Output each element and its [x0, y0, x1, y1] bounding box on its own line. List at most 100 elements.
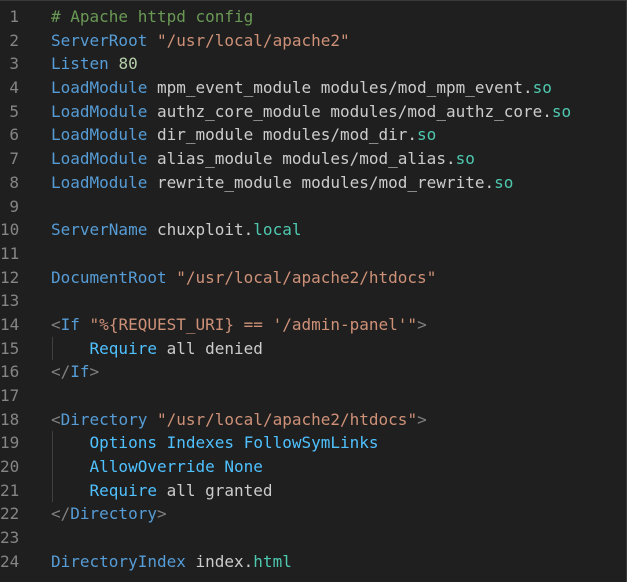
line-content: LoadModule dir_module modules/mod_dir.so: [51, 123, 436, 147]
code-line[interactable]: 17: [0, 384, 626, 408]
code-token: Require: [89, 338, 157, 358]
code-token: all granted: [156, 480, 273, 500]
line-number: 21: [0, 480, 20, 500]
code-line[interactable]: 22 </Directory>: [0, 502, 626, 526]
line-number: 24: [0, 551, 20, 571]
code-line[interactable]: 24 DirectoryIndex index.html: [0, 550, 626, 574]
line-number: 9: [9, 196, 19, 216]
code-token: Listen: [51, 54, 109, 74]
code-token: index.: [185, 551, 254, 571]
line-number: 20: [0, 457, 20, 477]
code-line[interactable]: 21 Require all granted: [0, 478, 626, 503]
line-number: 19: [0, 433, 20, 453]
code-token: AllowOverride: [89, 457, 215, 477]
code-line[interactable]: 7 LoadModule alias_module modules/mod_ali…: [0, 147, 626, 171]
code-token: so: [417, 125, 437, 145]
line-number: 12: [0, 267, 20, 287]
code-line[interactable]: 2 ServerRoot "/usr/local/apache2": [0, 29, 626, 53]
code-line[interactable]: 3 Listen 80: [0, 52, 626, 76]
code-token: LoadModule: [51, 172, 148, 192]
code-line[interactable]: 18 <Directory "/usr/local/apache2/htdocs"…: [0, 408, 626, 432]
code-line[interactable]: 13: [0, 289, 626, 313]
line-number: 6: [9, 125, 19, 145]
code-token: local: [253, 220, 302, 240]
code-line[interactable]: 6 LoadModule dir_module modules/mod_dir.s…: [0, 123, 626, 147]
code-line[interactable]: 4 LoadModule mpm_event_module modules/mod…: [0, 76, 626, 100]
code-line[interactable]: 19 Options Indexes FollowSymLinks: [0, 431, 626, 456]
line-number: 7: [9, 149, 19, 169]
code-line[interactable]: 11: [0, 242, 626, 266]
line-number: 16: [0, 362, 20, 382]
code-line[interactable]: 23: [0, 526, 626, 550]
line-number: 10: [0, 220, 20, 240]
line-content: ServerName chuxploit.local: [51, 218, 301, 242]
line-content: <Directory "/usr/local/apache2/htdocs">: [51, 408, 427, 432]
code-token: >: [156, 504, 167, 524]
code-token: html: [253, 551, 292, 571]
code-token: <: [51, 409, 61, 429]
code-token: # Apache httpd config: [51, 7, 254, 26]
code-token: "/usr/local/apache2/htdocs": [176, 267, 437, 287]
line-content: Options Indexes FollowSymLinks: [51, 431, 379, 455]
code-token: ServerRoot: [51, 30, 148, 50]
line-number: 3: [9, 54, 19, 74]
code-token: Options: [89, 433, 157, 453]
line-content: LoadModule mpm_event_module modules/mod_…: [51, 76, 552, 100]
code-line[interactable]: 10 ServerName chuxploit.local: [0, 218, 626, 242]
code-line[interactable]: 1 # Apache httpd config: [0, 5, 626, 29]
line-number: 5: [9, 101, 19, 121]
code-token: None: [224, 457, 263, 477]
code-token: If: [70, 362, 90, 382]
code-editor[interactable]: 1 # Apache httpd config 2 ServerRoot "/usr/…: [0, 0, 627, 582]
line-content: ServerRoot "/usr/local/apache2": [51, 29, 350, 53]
code-token: ServerName: [51, 220, 148, 240]
line-number: 8: [9, 172, 19, 192]
code-line[interactable]: 14 <If "%{REQUEST_URI} == '/admin-panel'"…: [0, 313, 626, 337]
code-token: If: [60, 314, 80, 334]
code-token: LoadModule: [51, 101, 148, 121]
code-token: LoadModule: [51, 149, 148, 169]
code-token: so: [551, 101, 572, 121]
line-number: 1: [9, 7, 19, 26]
code-token: LoadModule: [51, 78, 148, 98]
code-token: chuxploit.: [147, 220, 254, 240]
code-token: FollowSymLinks: [243, 433, 379, 453]
line-content: <If "%{REQUEST_URI} == '/admin-panel'">: [51, 313, 427, 337]
code-line[interactable]: 20 AllowOverride None: [0, 455, 626, 479]
code-line[interactable]: 8 LoadModule rewrite_module modules/mod_r…: [0, 171, 626, 195]
code-line[interactable]: 12 DocumentRoot "/usr/local/apache2/htdoc…: [0, 266, 626, 290]
code-lines[interactable]: 1 # Apache httpd config 2 ServerRoot "/usr/…: [0, 5, 626, 574]
code-line[interactable]: 9: [0, 195, 626, 219]
code-token: 80: [118, 54, 138, 74]
line-number: 2: [9, 30, 19, 50]
code-token: "%{REQUEST_URI} == '/admin-panel'": [89, 314, 418, 334]
line-number: 23: [0, 528, 20, 548]
code-token: >: [417, 409, 427, 429]
code-token: <: [51, 314, 61, 334]
code-line[interactable]: 16 </If>: [0, 360, 626, 384]
code-token: Directory: [70, 504, 157, 524]
line-number: 4: [9, 78, 19, 98]
line-number: 13: [0, 291, 20, 311]
code-token: "/usr/local/apache2": [156, 30, 350, 50]
code-token: >: [417, 314, 427, 334]
code-token: "/usr/local/apache2/htdocs": [156, 409, 418, 429]
code-token: DocumentRoot: [51, 267, 167, 287]
line-number: 11: [0, 243, 20, 263]
code-token: alias_module modules/mod_alias.: [147, 149, 456, 169]
code-line[interactable]: 15 Require all denied: [0, 336, 626, 361]
code-token: so: [494, 172, 514, 192]
line-content: Listen 80: [51, 52, 138, 76]
code-line[interactable]: 5 LoadModule authz_core_module modules/mo…: [0, 100, 626, 124]
line-number: 17: [0, 386, 20, 405]
code-token: >: [89, 362, 100, 382]
